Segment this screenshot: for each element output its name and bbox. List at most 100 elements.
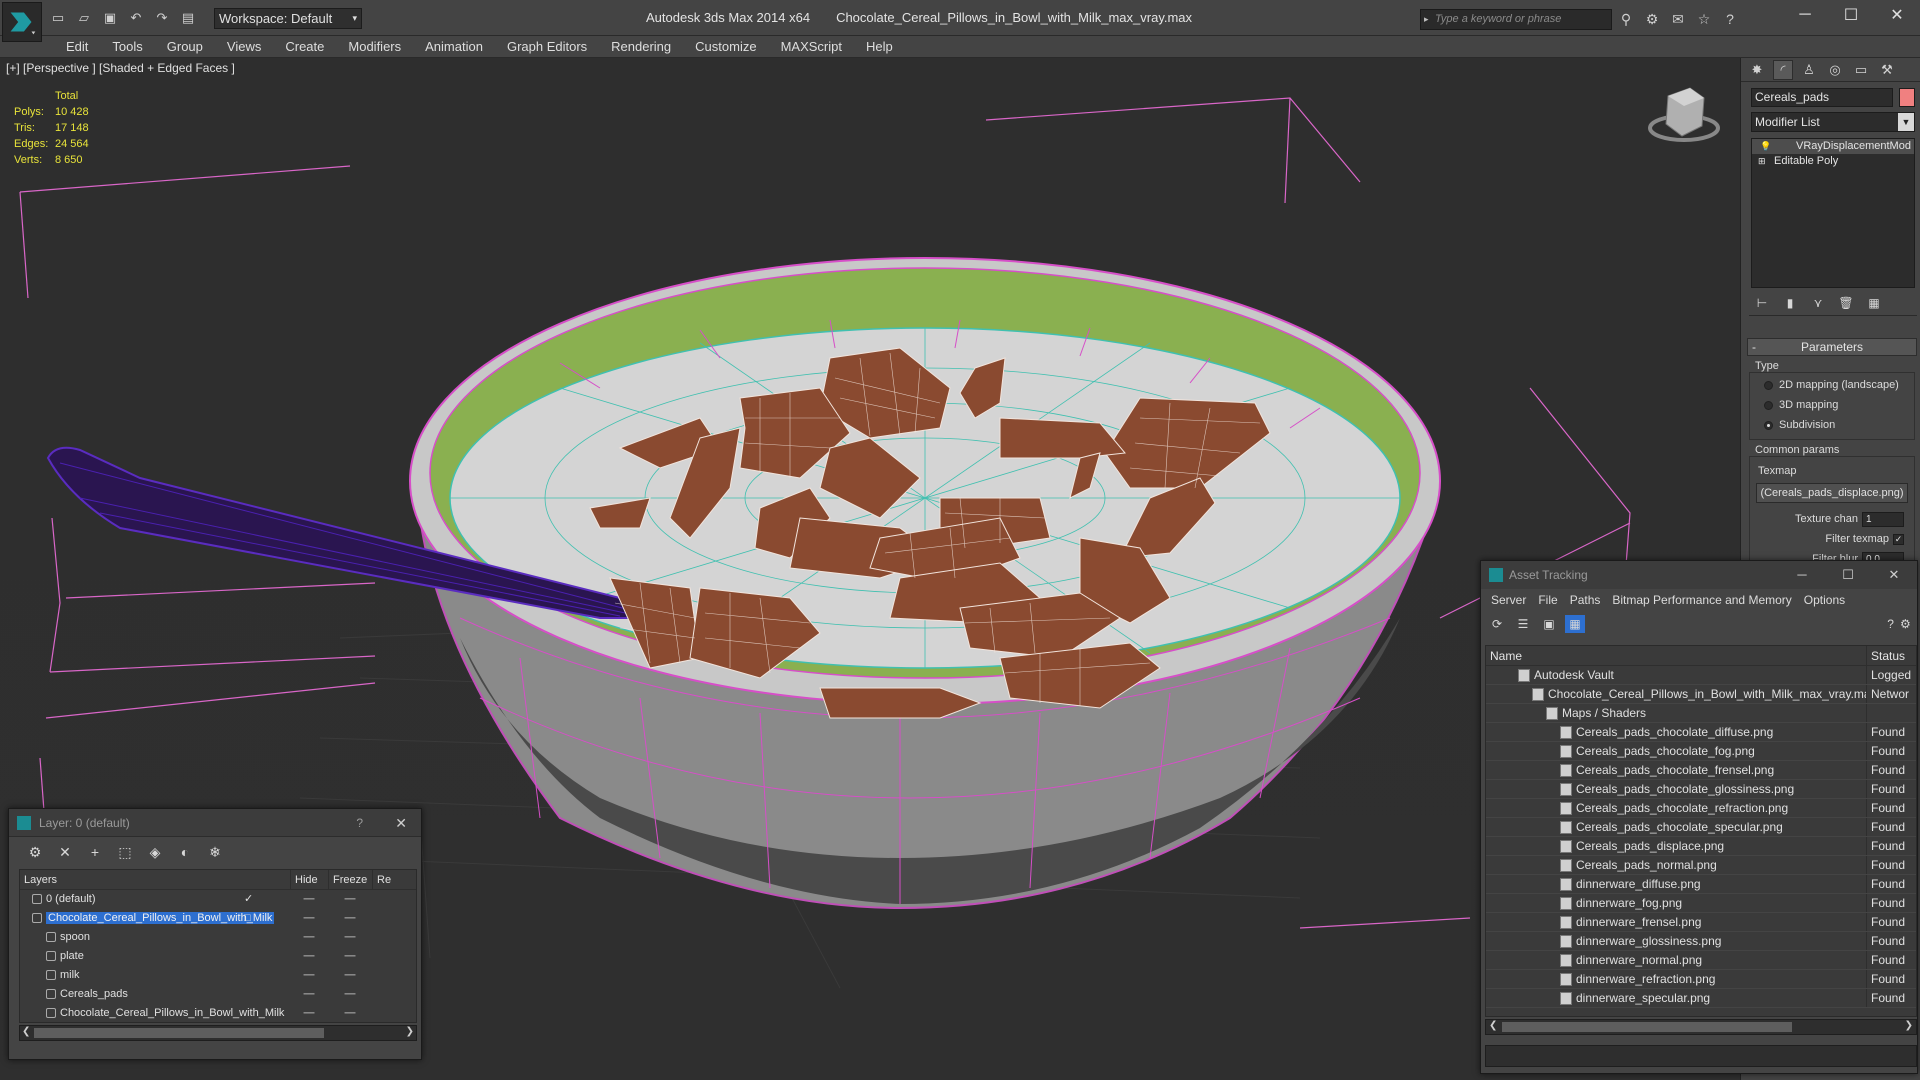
column-status[interactable]: Status (1866, 646, 1916, 665)
modify-tab-icon[interactable]: ◜ (1773, 59, 1793, 80)
freeze-all-layers-icon[interactable]: ❄ (205, 843, 225, 861)
hide-toggle[interactable]: ━━ (290, 909, 328, 928)
asset-row[interactable]: Chocolate_Cereal_Pillows_in_Bowl_with_Mi… (1486, 685, 1916, 704)
asset-row[interactable]: Autodesk Vault Logged (1486, 666, 1916, 685)
scroll-thumb[interactable] (34, 1028, 324, 1038)
asset-row[interactable]: dinnerware_specular.png Found (1486, 989, 1916, 1008)
freeze-toggle[interactable]: ━━ (328, 966, 372, 985)
column-name[interactable]: Name (1486, 646, 1866, 665)
asset-row[interactable]: dinnerware_frensel.png Found (1486, 913, 1916, 932)
asset-row[interactable]: Cereals_pads_chocolate_glossiness.png Fou… (1486, 780, 1916, 799)
layer-name-cell[interactable]: spoon (20, 928, 290, 947)
column-layers[interactable]: Layers (20, 870, 290, 889)
layer-settings-icon[interactable]: ⚙ (25, 843, 45, 861)
asset-name-cell[interactable]: dinnerware_diffuse.png (1486, 875, 1866, 893)
asset-menu-options[interactable]: Options (1798, 589, 1851, 611)
asset-name-cell[interactable]: Cereals_pads_displace.png (1486, 837, 1866, 855)
menu-item-modifiers[interactable]: Modifiers (336, 36, 413, 58)
layer-name-cell[interactable]: Cereals_pads (20, 985, 290, 1004)
keyword-search-input[interactable]: ▸ Type a keyword or phrase (1420, 9, 1612, 30)
asset-name-cell[interactable]: Cereals_pads_chocolate_specular.png (1486, 818, 1866, 836)
select-objects-icon[interactable]: ⬚ (115, 843, 135, 861)
freeze-toggle[interactable]: ━━ (328, 947, 372, 966)
table-view-icon[interactable]: ▦ (1565, 615, 1585, 633)
undo-icon[interactable]: ↶ (126, 8, 146, 28)
asset-row[interactable]: dinnerware_glossiness.png Found (1486, 932, 1916, 951)
filter-texmap-checkbox[interactable]: ✓ (1893, 533, 1904, 545)
save-file-icon[interactable]: ▣ (100, 8, 120, 28)
project-folder-icon[interactable]: ▤ (178, 8, 198, 28)
asset-menu-server[interactable]: Server (1485, 589, 1532, 611)
close-icon[interactable]: ✕ (1871, 561, 1917, 589)
remove-modifier-icon[interactable]: 🗑 (1837, 294, 1855, 312)
asset-row[interactable]: dinnerware_normal.png Found (1486, 951, 1916, 970)
minimize-icon[interactable]: ─ (1779, 561, 1825, 589)
menu-item-customize[interactable]: Customize (683, 36, 768, 58)
refresh-icon[interactable]: ⟳ (1487, 615, 1507, 633)
close-icon[interactable]: ✕ (395, 809, 407, 837)
layer-horizontal-scrollbar[interactable]: ❮ ❯ (19, 1025, 417, 1041)
workspace-selector[interactable]: Workspace: Default ▾ (214, 8, 362, 29)
menu-item-edit[interactable]: Edit (54, 36, 100, 58)
freeze-toggle[interactable]: ━━ (328, 909, 372, 928)
layer-row[interactable]: spoon ━━ ━━ (20, 928, 416, 947)
close-icon[interactable]: ✕ (1874, 0, 1920, 30)
column-hide[interactable]: Hide (290, 870, 328, 889)
radio-button[interactable] (1764, 400, 1773, 410)
asset-name-cell[interactable]: Cereals_pads_chocolate_frensel.png (1486, 761, 1866, 779)
scroll-right-icon[interactable]: ❯ (406, 1026, 414, 1037)
layer-row[interactable]: Chocolate_Cereal_Pillows_in_Bowl_with_Mi… (20, 909, 416, 928)
asset-name-cell[interactable]: Maps / Shaders (1486, 704, 1866, 722)
hide-all-layers-icon[interactable]: ◐ (175, 843, 195, 861)
settings-icon[interactable]: ⚙ (1900, 615, 1911, 633)
layer-row[interactable]: Chocolate_Cereal_Pillows_in_Bowl_with_Mi… (20, 1004, 416, 1023)
radio-button[interactable] (1764, 420, 1773, 430)
asset-name-cell[interactable]: Cereals_pads_chocolate_diffuse.png (1486, 723, 1866, 741)
layer-row[interactable]: Cereals_pads ━━ ━━ (20, 985, 416, 1004)
asset-row[interactable]: Cereals_pads_chocolate_diffuse.png Found (1486, 723, 1916, 742)
add-layer-icon[interactable]: + (85, 843, 105, 861)
menu-item-rendering[interactable]: Rendering (599, 36, 683, 58)
motion-tab-icon[interactable]: ◎ (1825, 60, 1845, 80)
favorites-star-icon[interactable]: ☆ (1694, 9, 1714, 29)
asset-name-cell[interactable]: dinnerware_glossiness.png (1486, 932, 1866, 950)
layer-name-cell[interactable]: 0 (default) ✓ (20, 890, 290, 909)
asset-path-field[interactable] (1485, 1045, 1917, 1067)
asset-name-cell[interactable]: dinnerware_normal.png (1486, 951, 1866, 969)
viewport-label[interactable]: [+] [Perspective ] [Shaded + Edged Faces… (6, 61, 235, 75)
layer-name-cell[interactable]: Chocolate_Cereal_Pillows_in_Bowl_with_Mi… (20, 1004, 290, 1023)
hide-toggle[interactable]: ━━ (290, 966, 328, 985)
asset-horizontal-scrollbar[interactable]: ❮ ❯ (1485, 1019, 1917, 1035)
asset-row[interactable]: Cereals_pads_normal.png Found (1486, 856, 1916, 875)
menu-item-animation[interactable]: Animation (413, 36, 495, 58)
layer-current-mark[interactable]: □ (244, 909, 251, 928)
layer-row[interactable]: 0 (default) ✓ ━━ ━━ (20, 890, 416, 909)
menu-item-create[interactable]: Create (273, 36, 336, 58)
type-radio-0[interactable]: 2D mapping (landscape) (1750, 375, 1914, 395)
column-render[interactable]: Re (372, 870, 416, 889)
display-tab-icon[interactable]: ▭ (1851, 60, 1871, 80)
app-menu-button[interactable] (2, 2, 42, 42)
asset-row[interactable]: dinnerware_refraction.png Found (1486, 970, 1916, 989)
delete-layer-icon[interactable]: ✕ (55, 843, 75, 861)
menu-item-tools[interactable]: Tools (100, 36, 154, 58)
subscription-icon[interactable]: ⚙ (1642, 9, 1662, 29)
asset-row[interactable]: Cereals_pads_chocolate_refraction.png Fou… (1486, 799, 1916, 818)
modifier-stack[interactable]: 💡 VRayDisplacementMod ⊞ Editable Poly (1751, 138, 1915, 288)
make-unique-icon[interactable]: ⋎ (1809, 294, 1827, 312)
asset-window-titlebar[interactable]: Asset Tracking ─ ☐ ✕ (1481, 561, 1917, 589)
list-view-icon[interactable]: ☰ (1513, 615, 1533, 633)
new-file-icon[interactable]: ▭ (48, 8, 68, 28)
object-color-swatch[interactable] (1899, 88, 1915, 107)
scroll-left-icon[interactable]: ❮ (1489, 1020, 1497, 1031)
modifier-list-dropdown[interactable]: Modifier List ▼ (1751, 112, 1915, 132)
layer-row[interactable]: plate ━━ ━━ (20, 947, 416, 966)
object-name-field[interactable]: Cereals_pads (1751, 88, 1893, 107)
asset-name-cell[interactable]: dinnerware_frensel.png (1486, 913, 1866, 931)
asset-menu-bitmap-performance-and-memory[interactable]: Bitmap Performance and Memory (1606, 589, 1797, 611)
highlight-layer-icon[interactable]: ◈ (145, 843, 165, 861)
configure-modifier-sets-icon[interactable]: ▦ (1865, 294, 1883, 312)
column-freeze[interactable]: Freeze (328, 870, 372, 889)
asset-menu-paths[interactable]: Paths (1564, 589, 1607, 611)
stack-item-vraydisplacementmod[interactable]: 💡 VRayDisplacementMod (1752, 139, 1914, 154)
